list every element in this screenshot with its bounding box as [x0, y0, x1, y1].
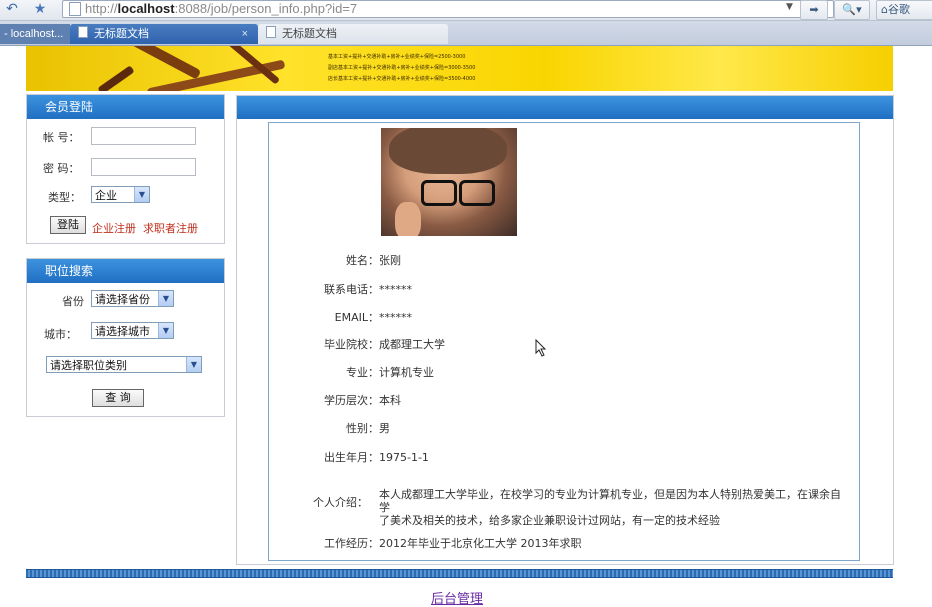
- password-input[interactable]: [91, 158, 196, 176]
- chevron-down-icon: ▼: [134, 187, 149, 202]
- jobseeker-register-link[interactable]: 求职者注册: [143, 220, 198, 236]
- search-engine-label: 谷歌: [887, 3, 910, 16]
- field-work: 工作经历：2012年毕业于北京化工大学 2013年求职: [313, 535, 581, 551]
- field-label: 性别：: [346, 422, 379, 435]
- field-label: 专业：: [346, 366, 379, 379]
- province-value: 请选择省份: [95, 293, 150, 306]
- address-dropdown-icon[interactable]: ▼: [786, 2, 793, 12]
- photo-glasses: [421, 180, 457, 206]
- field-value: ******: [379, 283, 412, 296]
- site-banner: 基本工资+提补+交通补助+房补+业绩奖+保险=2500-3000 副店基本工资+…: [26, 46, 893, 91]
- query-button[interactable]: 查 询: [92, 389, 144, 407]
- url-host: localhost: [117, 1, 175, 16]
- intro-line: 了美术及相关的技术，给多家企业兼职设计过网站，有一定的技术经验: [379, 514, 720, 527]
- field-value: 张刚: [379, 254, 401, 267]
- intro-line: 本人成都理工大学毕业，在校学习的专业为计算机专业，但是因为本人特别热爱美工，在课…: [379, 488, 841, 514]
- close-tab-icon[interactable]: ×: [242, 24, 248, 44]
- field-value: 1975-1-1: [379, 451, 429, 464]
- document-icon: [78, 26, 88, 38]
- field-label: 学历层次：: [324, 394, 379, 407]
- banner-salary-line: 副店基本工资+提补+交通补助+房补+业绩奖+保险=3000-3500: [328, 65, 476, 71]
- home-icon: ⌂: [881, 3, 888, 16]
- field-email: EMAIL：******: [313, 309, 412, 325]
- account-label: 帐 号：: [43, 131, 80, 144]
- photo-glasses: [459, 180, 495, 206]
- field-label: 联系电话：: [324, 283, 379, 296]
- tab-label: - localhost...: [4, 28, 64, 40]
- field-label: 毕业院校：: [324, 338, 379, 351]
- field-school: 毕业院校：成都理工大学: [313, 336, 445, 352]
- type-label: 类型：: [48, 191, 81, 204]
- field-value: ******: [379, 311, 412, 324]
- job-search-panel-title: 职位搜索: [27, 259, 224, 283]
- tab-inactive[interactable]: 无标题文档: [258, 24, 448, 44]
- banner-salary-line: 店长基本工资+提补+交通补助+房补+业绩奖+保险=3500-4000: [328, 76, 476, 82]
- account-input[interactable]: [91, 127, 196, 145]
- banner-branch: [90, 46, 202, 80]
- tab-localhost[interactable]: - localhost...: [0, 24, 70, 44]
- field-label: 出生年月：: [324, 451, 379, 464]
- footer-divider: [26, 569, 893, 578]
- tab-active[interactable]: 无标题文档 ×: [70, 24, 258, 44]
- field-value: 计算机专业: [379, 366, 434, 379]
- user-type-value: 企业: [95, 189, 117, 202]
- field-education: 学历层次：本科: [313, 392, 401, 408]
- chevron-down-icon: ▼: [186, 357, 201, 372]
- password-label: 密 码：: [43, 162, 80, 175]
- back-arrow-icon[interactable]: ↶: [2, 1, 22, 17]
- url-prefix: http://: [85, 1, 118, 16]
- field-value: 男: [379, 422, 390, 435]
- field-gender: 性别：男: [313, 420, 390, 436]
- field-value: 成都理工大学: [379, 338, 445, 351]
- field-name: 姓名：张刚: [313, 252, 401, 268]
- province-label: 省份: [62, 295, 84, 308]
- page-icon: [69, 2, 81, 16]
- company-register-link[interactable]: 企业注册: [92, 220, 136, 236]
- go-arrow-icon[interactable]: ➡: [800, 0, 828, 20]
- job-category-value: 请选择职位类别: [50, 359, 127, 372]
- tab-label: 无标题文档: [282, 28, 337, 40]
- browser-toolbar: ↶ ★ http://localhost:8088/job/person_inf…: [0, 0, 932, 21]
- field-birth: 出生年月：1975-1-1: [313, 449, 429, 465]
- banner-branch: [97, 65, 135, 91]
- login-button[interactable]: 登陆: [50, 216, 86, 234]
- login-panel-title: 会员登陆: [27, 95, 224, 119]
- home-button[interactable]: ⌂谷歌: [876, 0, 932, 20]
- city-select[interactable]: 请选择城市 ▼: [91, 322, 174, 339]
- province-select[interactable]: 请选择省份 ▼: [91, 290, 174, 307]
- field-label: EMAIL：: [334, 311, 379, 324]
- banner-salary-line: 基本工资+提补+交通补助+房补+业绩奖+保险=2500-3000: [328, 54, 466, 60]
- admin-link[interactable]: 后台管理: [431, 588, 483, 607]
- field-value: 本科: [379, 394, 401, 407]
- document-icon: [266, 26, 276, 38]
- tab-strip: - localhost... 无标题文档 × 无标题文档: [0, 21, 932, 46]
- field-intro-label: 个人介绍：: [313, 496, 368, 509]
- field-label: 姓名：: [346, 254, 379, 267]
- photo-hand: [395, 202, 421, 236]
- tab-label: 无标题文档: [94, 28, 149, 40]
- chevron-down-icon: ▼: [158, 323, 173, 338]
- search-icon[interactable]: 🔍▾: [834, 0, 870, 20]
- photo-hair: [389, 128, 507, 174]
- field-intro: 本人成都理工大学毕业，在校学习的专业为计算机专业，但是因为本人特别热爱美工，在课…: [379, 488, 849, 527]
- field-phone: 联系电话：******: [313, 281, 412, 297]
- profile-photo: [381, 128, 517, 236]
- city-value: 请选择城市: [95, 325, 150, 338]
- user-type-select[interactable]: 企业 ▼: [91, 186, 150, 203]
- job-category-select[interactable]: 请选择职位类别 ▼: [46, 356, 202, 373]
- chevron-down-icon: ▼: [158, 291, 173, 306]
- address-bar[interactable]: http://localhost:8088/job/person_info.ph…: [62, 0, 834, 18]
- field-major: 专业：计算机专业: [313, 364, 434, 380]
- favorites-star-icon[interactable]: ★: [30, 1, 50, 17]
- field-label: 工作经历：: [324, 537, 379, 550]
- field-value: 2012年毕业于北京化工大学 2013年求职: [379, 537, 582, 550]
- profile-panel-header: [237, 96, 893, 119]
- city-label: 城市：: [44, 328, 77, 341]
- url-path: :8088/job/person_info.php?id=7: [174, 1, 358, 16]
